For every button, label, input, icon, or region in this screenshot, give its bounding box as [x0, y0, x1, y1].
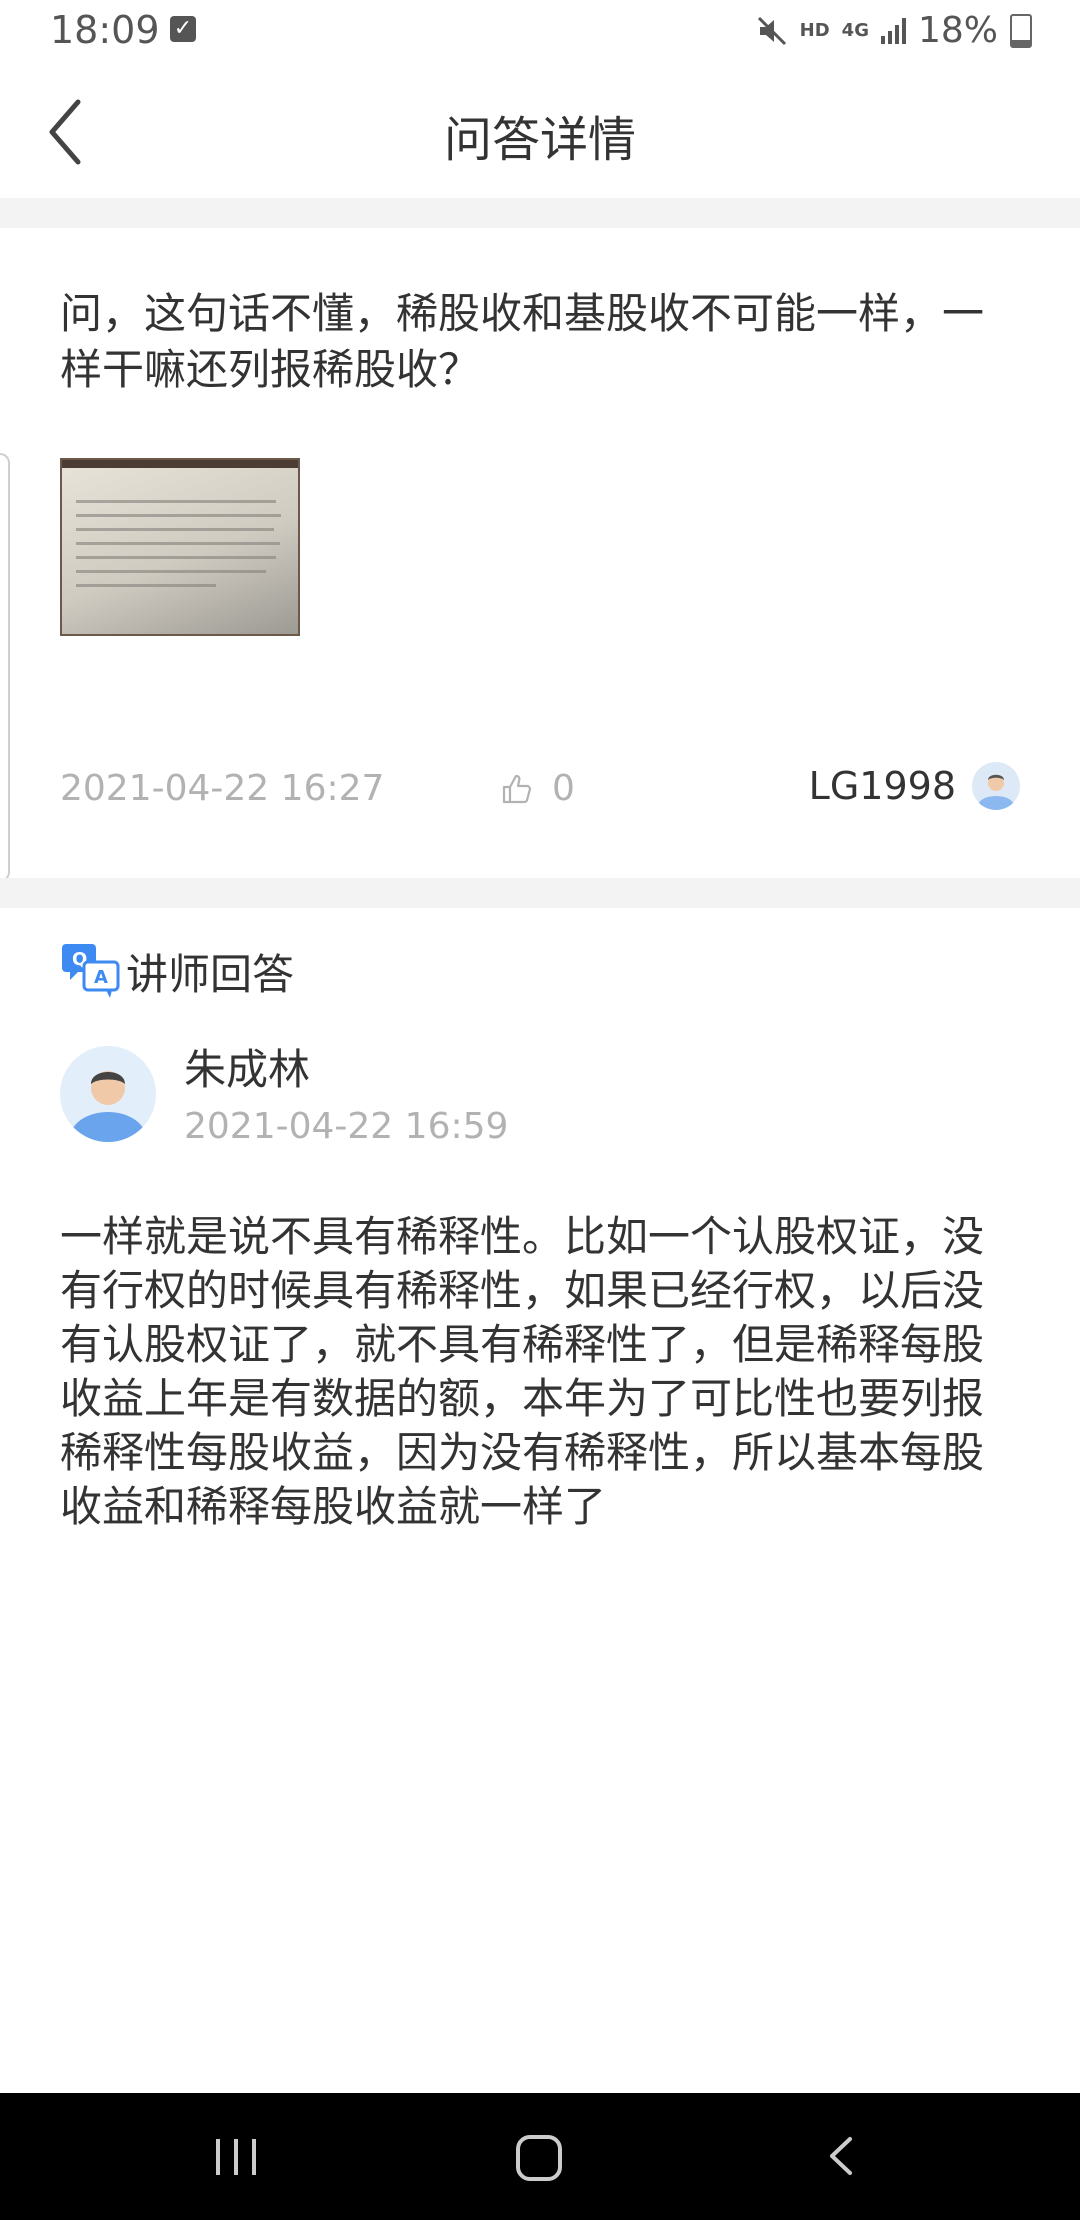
battery-icon: [1010, 13, 1032, 48]
section-divider: [0, 878, 1080, 908]
question-text: 问，这句话不懂，稀股收和基股收不可能一样，一样干嘛还列报稀股收？: [60, 289, 985, 394]
teacher-answer-title: 讲师回答: [126, 949, 295, 999]
author-name: LG1998: [808, 764, 956, 808]
like-count: 0: [552, 768, 575, 809]
teacher-answer-header: Q A 讲师回答: [60, 940, 294, 1002]
like-button[interactable]: 0: [500, 768, 575, 809]
answer-date: 2021-04-22 16:59: [184, 1106, 509, 1147]
signal-icon: [880, 17, 906, 44]
teacher-avatar[interactable]: [60, 1046, 156, 1142]
hd-indicator: HD: [799, 20, 830, 41]
home-icon[interactable]: [516, 2135, 562, 2181]
system-nav-bar: [0, 2093, 1080, 2220]
status-icons: HD 4G 18%: [756, 10, 1032, 51]
author-avatar: [972, 762, 1020, 810]
status-bar: 18:09 ✓ HD 4G 18%: [0, 0, 1080, 64]
question-author[interactable]: LG1998: [809, 762, 1020, 810]
question-image-thumbnail[interactable]: [60, 458, 300, 636]
network-indicator: 4G: [841, 20, 869, 41]
question-date: 2021-04-22 16:27: [60, 768, 385, 809]
status-time: 18:09: [50, 8, 160, 52]
qa-icon: Q A: [62, 944, 120, 998]
svg-text:A: A: [94, 967, 108, 988]
battery-percent: 18%: [917, 10, 998, 51]
mute-icon: [757, 16, 786, 45]
question-meta: 2021-04-22 16:27 0 LG1998: [60, 762, 1020, 824]
checkbox-notification-icon: ✓: [170, 16, 196, 42]
answer-text: 一样就是说不具有稀释性。比如一个认股权证，没有行权的时候具有稀释性，如果已经行权…: [60, 1212, 985, 1531]
thumbs-up-icon: [502, 774, 532, 803]
system-back-icon[interactable]: [822, 2133, 862, 2179]
question-card: 问，这句话不懂，稀股收和基股收不可能一样，一样干嘛还列报稀股收？ 2021-04…: [0, 228, 1080, 882]
card-edge-decoration: [0, 453, 10, 882]
section-divider: [0, 198, 1080, 228]
recent-apps-icon[interactable]: [216, 2139, 256, 2175]
app-header: 问答详情: [0, 64, 1080, 198]
teacher-name: 朱成林: [184, 1045, 311, 1094]
page-title: 问答详情: [443, 112, 636, 168]
